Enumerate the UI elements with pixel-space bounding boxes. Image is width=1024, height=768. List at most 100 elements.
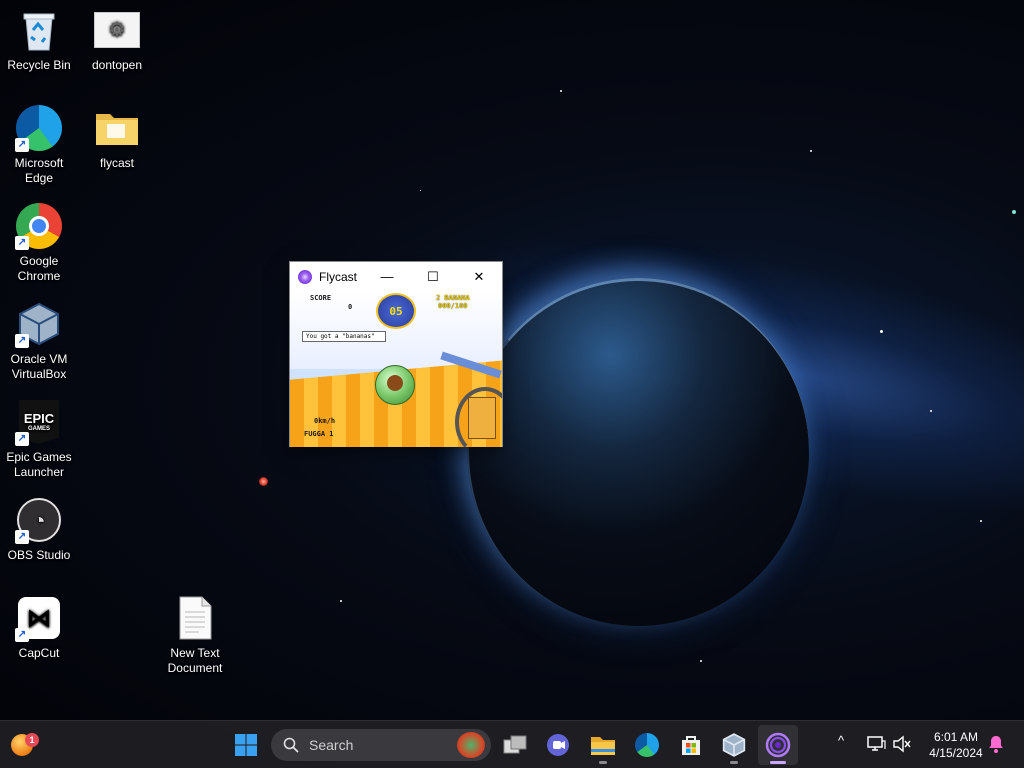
recycle-bin-icon — [15, 6, 63, 54]
score-value: 0 — [348, 303, 353, 311]
shortcut-arrow-icon: ↗ — [15, 530, 29, 544]
desktop-icon-flycast-folder[interactable]: flycast — [77, 104, 157, 171]
obs-icon: ◔ ↗ — [15, 496, 63, 544]
game-viewport[interactable]: SCORE 0 05 2 BANANA 000/100 You got a "b… — [290, 291, 502, 447]
star — [420, 190, 421, 191]
show-hidden-icons-button[interactable]: ^ — [838, 733, 844, 748]
star — [930, 410, 932, 412]
taskbar: 1 Search ^ 6:01 AM 4/15/2024 — [0, 720, 1024, 768]
game-timer: 05 — [376, 293, 416, 329]
store-button[interactable] — [671, 725, 711, 765]
widgets-button[interactable]: 1 — [2, 725, 42, 765]
teams-chat-button[interactable] — [538, 725, 578, 765]
shortcut-arrow-icon: ↗ — [15, 432, 29, 446]
chevron-up-icon: ^ — [838, 733, 845, 748]
volume-muted-icon — [893, 735, 911, 753]
text-document-icon — [171, 594, 219, 642]
search-icon — [283, 737, 299, 753]
game-message: You got a "bananas" — [302, 331, 386, 342]
star — [560, 90, 562, 92]
file-explorer-button[interactable] — [583, 725, 623, 765]
speed-readout: 0km/h — [314, 417, 336, 425]
taskbar-search[interactable]: Search — [271, 729, 491, 761]
search-highlight-icon — [457, 732, 485, 758]
window-title: Flycast — [319, 269, 358, 284]
banana-label: 2 BANANA — [436, 294, 470, 302]
star — [980, 520, 982, 522]
clock-time: 6:01 AM — [933, 730, 979, 744]
running-indicator — [599, 761, 607, 764]
planet-rim — [467, 278, 809, 626]
virtualbox-icon — [722, 733, 746, 757]
desktop-icon-obs[interactable]: ◔ ↗ OBS Studio — [0, 496, 79, 563]
network-button[interactable] — [866, 735, 886, 756]
chat-icon — [547, 734, 569, 756]
file-explorer-icon — [591, 737, 615, 755]
bell-icon — [989, 736, 1003, 753]
desktop-icon-label: OBS Studio — [7, 548, 71, 562]
shortcut-arrow-icon: ↗ — [15, 236, 29, 250]
running-indicator — [730, 761, 738, 764]
desktop-icon-edge[interactable]: ↗ Microsoft Edge — [0, 104, 79, 186]
windows-logo-icon — [235, 734, 257, 756]
desktop-icon-epic-games[interactable]: EPIC GAMES ↗ Epic Games Launcher — [0, 398, 79, 480]
chrome-icon: ↗ — [15, 202, 63, 250]
player-readout: FUGGA 1 — [304, 430, 334, 438]
desktop-icon-label: CapCut — [18, 646, 60, 660]
window-titlebar[interactable]: Flycast — ☐ ✕ — [290, 262, 502, 291]
desktop-icon-label: Microsoft Edge — [14, 156, 64, 185]
flycast-icon — [765, 732, 791, 758]
star — [340, 600, 342, 602]
desktop-icon-new-text-document[interactable]: New Text Document — [155, 594, 235, 676]
desktop-icon-virtualbox[interactable]: ↗ Oracle VM VirtualBox — [0, 300, 79, 382]
notifications-button[interactable] — [988, 735, 1004, 756]
clock-date: 4/15/2024 — [929, 746, 983, 760]
virtualbox-icon: ↗ — [15, 300, 63, 348]
edge-icon — [635, 733, 659, 757]
search-label: Search — [309, 737, 354, 753]
flycast-taskbar-button[interactable] — [758, 725, 798, 765]
volume-button[interactable] — [892, 735, 912, 756]
active-indicator — [770, 761, 786, 764]
score-label: SCORE — [310, 294, 332, 302]
start-button[interactable] — [226, 725, 266, 765]
desktop-icon-label: Oracle VM VirtualBox — [10, 352, 68, 381]
store-icon — [682, 736, 700, 755]
star — [880, 330, 883, 333]
star — [700, 660, 702, 662]
desktop-icon-label: Recycle Bin — [7, 58, 71, 72]
minimize-button[interactable]: — — [364, 262, 410, 291]
shortcut-arrow-icon: ↗ — [15, 138, 29, 152]
network-icon — [867, 736, 886, 751]
task-view-icon — [503, 735, 527, 754]
shortcut-arrow-icon: ↗ — [15, 334, 29, 348]
virtualbox-taskbar-button[interactable] — [714, 725, 754, 765]
desktop-icon-label: Epic Games Launcher — [6, 450, 72, 479]
desktop-icon-label: flycast — [99, 156, 134, 170]
game-minimap — [468, 397, 496, 439]
desktop-icon-chrome[interactable]: ↗ Google Chrome — [0, 202, 79, 284]
maximize-button[interactable]: ☐ — [410, 262, 456, 291]
desktop-icon-label: New Text Document — [167, 646, 223, 675]
monkey-character — [387, 375, 403, 391]
edge-icon: ↗ — [15, 104, 63, 152]
epic-games-icon: EPIC GAMES ↗ — [15, 398, 63, 446]
flycast-window[interactable]: Flycast — ☐ ✕ SCORE 0 05 2 BANANA 000/10… — [289, 261, 503, 447]
folder-icon — [93, 104, 141, 152]
desktop-icon-label: Google Chrome — [17, 254, 61, 283]
close-button[interactable]: ✕ — [456, 262, 502, 291]
edge-taskbar-button[interactable] — [627, 725, 667, 765]
flycast-app-icon — [298, 269, 312, 284]
banana-count: 000/100 — [438, 302, 468, 310]
desktop-icon-label: dontopen — [91, 58, 143, 72]
task-view-button[interactable] — [495, 725, 535, 765]
desktop-icon-capcut[interactable]: ⋈ ↗ CapCut — [0, 594, 79, 661]
red-star — [259, 477, 268, 486]
desktop-icon-recycle-bin[interactable]: Recycle Bin — [0, 6, 79, 73]
capcut-icon: ⋈ ↗ — [15, 594, 63, 642]
star — [1012, 210, 1016, 214]
desktop-icon-dontopen[interactable]: ⚙ dontopen — [77, 6, 157, 73]
star — [810, 150, 812, 152]
notification-badge: 1 — [25, 733, 39, 747]
taskbar-clock[interactable]: 6:01 AM 4/15/2024 — [920, 729, 992, 761]
